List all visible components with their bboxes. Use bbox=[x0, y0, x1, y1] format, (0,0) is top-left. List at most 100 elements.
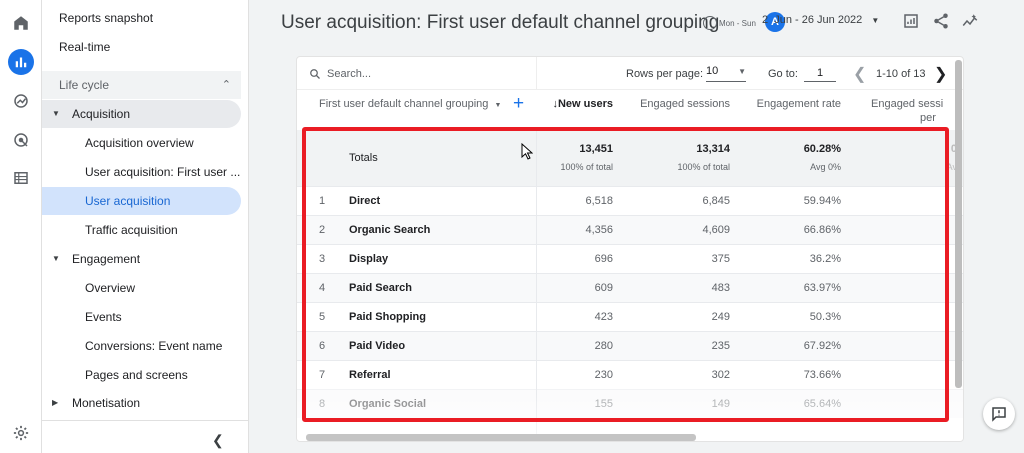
date-range-text[interactable]: 2 Jun - 26 Jun 2022 ▼ bbox=[762, 14, 879, 26]
dropdown-arrow-icon: ▼ bbox=[494, 102, 502, 109]
chevron-up-icon: ⌃ bbox=[221, 79, 231, 91]
nav-monetisation[interactable]: ▶ Monetisation bbox=[42, 389, 241, 417]
collapse-nav-icon[interactable]: ❮ bbox=[212, 432, 224, 449]
nav-label: Acquisition bbox=[72, 107, 131, 121]
column-label: New users bbox=[557, 98, 613, 110]
horizontal-scrollbar[interactable] bbox=[306, 434, 696, 441]
totals-engagement-rate-sub: Avg 0% bbox=[810, 162, 841, 172]
home-icon[interactable] bbox=[8, 10, 34, 36]
mouse-cursor-icon bbox=[521, 143, 533, 160]
reports-nav: Reports snapshot Real-time Life cycle ⌃ … bbox=[42, 0, 249, 453]
table-row[interactable]: 7 Referral 230 302 73.66% bbox=[297, 360, 963, 389]
settings-icon[interactable] bbox=[8, 420, 34, 446]
go-to-input[interactable] bbox=[804, 65, 836, 82]
nav-traffic-acquisition[interactable]: Traffic acquisition bbox=[42, 216, 241, 244]
nav-user-acquisition[interactable]: User acquisition bbox=[42, 187, 241, 215]
row-engagement-rate: 59.94% bbox=[803, 195, 841, 207]
dimension-select[interactable]: First user default channel grouping ▼ bbox=[319, 98, 501, 110]
row-engagement-rate: 65.64% bbox=[803, 398, 841, 410]
vertical-scrollbar[interactable] bbox=[955, 60, 962, 388]
rows-per-page-select[interactable]: 10 ▼ bbox=[706, 65, 746, 82]
search-input[interactable] bbox=[327, 65, 527, 83]
row-new-users: 609 bbox=[594, 282, 613, 294]
row-engaged-sessions: 249 bbox=[711, 311, 730, 323]
share-icon[interactable] bbox=[931, 11, 951, 31]
column-engagement-rate[interactable]: Engagement rate bbox=[753, 98, 841, 110]
advertising-icon[interactable] bbox=[8, 127, 34, 153]
add-dimension-icon[interactable]: + bbox=[513, 93, 524, 115]
page-title: User acquisition: First user default cha… bbox=[281, 12, 720, 33]
previous-page-icon[interactable]: ❮ bbox=[853, 64, 866, 84]
dropdown-arrow-icon: ▼ bbox=[871, 16, 880, 25]
row-new-users: 423 bbox=[594, 311, 613, 323]
dropdown-arrow-icon: ▼ bbox=[738, 67, 746, 76]
caret-right-icon: ▶ bbox=[52, 398, 59, 407]
table-row[interactable]: 2 Organic Search 4,356 4,609 66.86% bbox=[297, 215, 963, 244]
table-row[interactable]: 6 Paid Video 280 235 67.92% bbox=[297, 331, 963, 360]
row-engagement-rate: 63.97% bbox=[803, 282, 841, 294]
nav-label: Acquisition overview bbox=[85, 136, 194, 150]
date-range-picker[interactable]: Mon - Sun bbox=[703, 12, 762, 34]
row-index: 2 bbox=[319, 224, 326, 236]
nav-label: Real-time bbox=[59, 40, 111, 54]
totals-new-users: 13,451 bbox=[579, 143, 613, 155]
row-engaged-sessions: 6,845 bbox=[702, 195, 730, 207]
column-new-users[interactable]: ↓New users bbox=[549, 98, 613, 110]
row-engaged-sessions: 149 bbox=[711, 398, 730, 410]
nav-engagement[interactable]: ▼ Engagement bbox=[42, 245, 241, 273]
nav-events[interactable]: Events bbox=[42, 303, 241, 331]
nav-label: Traffic acquisition bbox=[85, 223, 178, 237]
nav-acquisition-overview[interactable]: Acquisition overview bbox=[42, 129, 241, 157]
nav-realtime[interactable]: Real-time bbox=[42, 33, 241, 61]
next-page-icon[interactable]: ❯ bbox=[934, 64, 947, 84]
row-channel-name: Direct bbox=[349, 195, 381, 207]
nav-reports-snapshot[interactable]: Reports snapshot bbox=[42, 4, 241, 32]
date-range-label: 2 Jun - 26 Jun 2022 bbox=[762, 14, 863, 26]
nav-overview[interactable]: Overview bbox=[42, 274, 241, 302]
row-new-users: 230 bbox=[594, 369, 613, 381]
table-row[interactable]: 4 Paid Search 609 483 63.97% bbox=[297, 273, 963, 302]
totals-engaged-sessions-sub: 100% of total bbox=[677, 162, 730, 172]
column-engaged-sessions[interactable]: Engaged sessions bbox=[638, 98, 730, 110]
row-channel-name: Organic Social bbox=[349, 398, 427, 410]
totals-per-user: 0 bbox=[950, 143, 957, 155]
nav-pages-and-screens[interactable]: Pages and screens bbox=[42, 361, 241, 389]
nav-acquisition[interactable]: ▼ Acquisition bbox=[42, 100, 241, 128]
column-engaged-sessions-per-user[interactable]: Engaged sessi bbox=[871, 98, 963, 110]
nav-section-life-cycle[interactable]: Life cycle ⌃ bbox=[42, 71, 241, 99]
feedback-icon bbox=[992, 407, 1006, 422]
insights-icon[interactable] bbox=[960, 11, 980, 31]
reports-icon[interactable] bbox=[8, 49, 34, 75]
calendar-compare-icon bbox=[703, 16, 717, 30]
nav-label: Events bbox=[85, 310, 122, 324]
row-channel-name: Paid Video bbox=[349, 340, 406, 352]
ga4-app: Reports snapshot Real-time Life cycle ⌃ … bbox=[0, 0, 1024, 453]
search-icon bbox=[310, 69, 320, 79]
configure-icon[interactable] bbox=[8, 165, 34, 191]
row-index: 5 bbox=[319, 311, 326, 323]
row-engaged-sessions: 4,609 bbox=[702, 224, 730, 236]
table-row[interactable]: 3 Display 696 375 36.2% bbox=[297, 244, 963, 273]
table-row[interactable]: 8 Organic Social 155 149 65.64% bbox=[297, 389, 963, 418]
table-row[interactable]: 5 Paid Shopping 423 249 50.3% bbox=[297, 302, 963, 331]
nav-label: Reports snapshot bbox=[59, 11, 154, 25]
totals-row: Totals 13,451 100% of total 13,314 100% … bbox=[297, 130, 963, 186]
nav-label: Conversions: Event name bbox=[85, 339, 223, 353]
nav-user-acquisition-first-user[interactable]: User acquisition: First user ... bbox=[42, 158, 241, 186]
row-index: 7 bbox=[319, 369, 326, 381]
nav-label: User acquisition bbox=[85, 194, 171, 208]
totals-label: Totals bbox=[349, 152, 378, 164]
column-label: Engaged sessi bbox=[871, 98, 944, 110]
customize-report-icon[interactable] bbox=[901, 11, 921, 31]
caret-down-icon: ▼ bbox=[52, 254, 60, 263]
row-new-users: 155 bbox=[594, 398, 613, 410]
table-row[interactable]: 1 Direct 6,518 6,845 59.94% bbox=[297, 186, 963, 215]
table-column-header: First user default channel grouping ▼ + … bbox=[297, 90, 963, 130]
go-to-label: Go to: bbox=[768, 68, 798, 80]
explore-icon[interactable] bbox=[8, 88, 34, 114]
row-new-users: 696 bbox=[594, 253, 613, 265]
row-engaged-sessions: 483 bbox=[711, 282, 730, 294]
nav-conversions[interactable]: Conversions: Event name bbox=[42, 332, 241, 360]
feedback-button[interactable] bbox=[983, 398, 1015, 430]
row-channel-name: Referral bbox=[349, 369, 391, 381]
